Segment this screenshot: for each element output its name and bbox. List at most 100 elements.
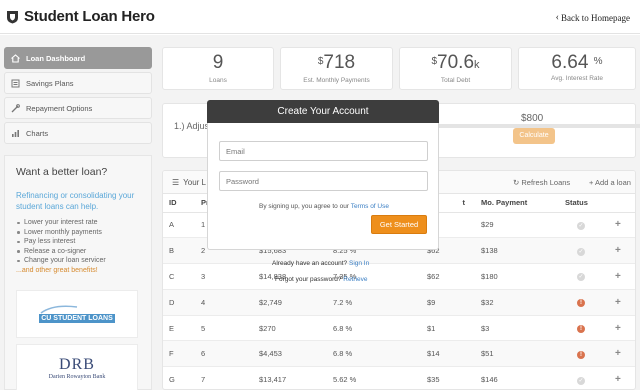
promo-title: Want a better loan? <box>16 166 108 178</box>
expand-plus-icon[interactable]: + <box>615 374 621 385</box>
warning-status-icon: ! <box>577 299 585 308</box>
document-icon <box>11 79 20 87</box>
list-item: Lower monthly payments <box>16 228 140 238</box>
sidebar-item-label: Savings Plans <box>26 78 74 88</box>
table-row[interactable]: F 6 $4,453 6.8 % $14 $51! + <box>163 340 635 368</box>
column-header[interactable]: Mo. Payment <box>475 194 559 213</box>
sidebar-item-label: Loan Dashboard <box>26 53 86 63</box>
table-cell-payment: $51 <box>475 340 559 368</box>
table-cell-payment: $29 <box>475 212 559 239</box>
home-icon <box>11 53 20 63</box>
table-cell-min: $1 <box>405 315 475 342</box>
table-cell-pr: 3 <box>195 263 253 290</box>
create-account-modal-header: Create Your Account <box>207 100 439 123</box>
email-field[interactable] <box>219 141 428 161</box>
lender-card-cu-student-loans[interactable]: CU STUDENT LOANS <box>16 289 138 338</box>
table-cell-payment: $138 <box>475 237 559 265</box>
table-cell-id: A <box>163 212 195 239</box>
expand-row-cell: + <box>607 237 635 265</box>
check-status-icon: ✓ <box>577 247 585 256</box>
loans-table-title: ☰ Your L <box>172 178 207 187</box>
sidebar-item-repayment-options[interactable]: Repayment Options <box>4 97 152 119</box>
stat-label: Loans <box>209 77 227 84</box>
table-cell-min: $35 <box>405 366 475 389</box>
expand-row-cell: + <box>607 212 635 239</box>
table-cell-id: G <box>163 366 195 389</box>
cu-student-loans-logo: CU STUDENT LOANS <box>39 304 115 324</box>
stat-card-monthly-payments: $718 Est. Monthly Payments <box>280 47 393 90</box>
promo-benefit-list: Lower your interest rate Lower monthly p… <box>16 218 140 266</box>
promo-lead: Refinancing or consolidating your studen… <box>16 191 135 211</box>
table-row[interactable]: G 7 $13,417 5.62 % $35 $146 ✓ + <box>163 366 635 389</box>
warning-status-icon: ! <box>577 350 585 359</box>
expand-plus-icon[interactable]: + <box>615 323 621 334</box>
table-cell-status: ! <box>559 340 607 368</box>
drb-logo: DRB Darien Rowayton Bank <box>48 355 106 380</box>
sign-in-prompt: Already have an account? Sign In <box>272 260 370 267</box>
expand-plus-icon[interactable]: + <box>615 245 621 256</box>
table-cell-pr: 4 <box>195 289 253 316</box>
list-icon: ☰ <box>172 178 180 187</box>
refresh-loans-button[interactable]: ↻ Refresh Loans <box>513 178 570 187</box>
table-cell-bal: $270 <box>253 315 327 342</box>
table-cell-payment: $146 <box>475 366 559 389</box>
check-status-icon: ✓ <box>577 221 585 230</box>
check-status-icon: ✓ <box>577 376 585 385</box>
top-header: Student Loan Hero ‹ Back to Homepage <box>0 0 640 34</box>
table-cell-min: $62 <box>405 263 475 290</box>
sidebar-item-charts[interactable]: Charts <box>4 122 152 144</box>
table-cell-id: B <box>163 237 195 265</box>
expand-row-cell: + <box>607 366 635 389</box>
sidebar-item-savings-plans[interactable]: Savings Plans <box>4 72 152 94</box>
forgot-password-prompt: Forgot your password? Retrieve <box>275 276 368 283</box>
stat-value: $70.6k <box>431 52 480 73</box>
table-row[interactable]: C 3 $14,838 7.35 % $62 $180 ✓ + <box>163 263 635 290</box>
chevron-left-icon: ‹ <box>555 12 560 23</box>
column-header[interactable]: Status <box>559 194 607 213</box>
terms-notice: By signing up, you agree to our Terms of… <box>259 203 389 210</box>
app-logo[interactable]: Student Loan Hero <box>6 8 155 25</box>
table-cell-rate: 6.8 % <box>327 340 405 368</box>
retrieve-password-link[interactable]: Retrieve <box>343 276 367 283</box>
sign-in-link[interactable]: Sign In <box>349 260 369 267</box>
get-started-button[interactable]: Get Started <box>371 215 427 234</box>
lender-card-drb[interactable]: DRB Darien Rowayton Bank <box>16 343 138 390</box>
swoosh-icon <box>40 305 78 314</box>
terms-of-use-link[interactable]: Terms of Use <box>351 203 389 210</box>
back-link-label: Back to Homepage <box>561 12 630 23</box>
table-cell-payment: $32 <box>475 289 559 316</box>
warning-status-icon: ! <box>577 325 585 334</box>
table-row[interactable]: E 5 $270 6.8 % $1 $3! + <box>163 315 635 342</box>
sidebar-nav: Loan Dashboard Savings Plans Repayment O… <box>4 47 152 147</box>
table-cell-id: E <box>163 315 195 342</box>
add-loan-button[interactable]: + Add a loan <box>589 178 631 187</box>
expand-plus-icon[interactable]: + <box>615 348 621 359</box>
calculate-button[interactable]: Calculate <box>513 128 555 144</box>
expand-plus-icon[interactable]: + <box>615 297 621 308</box>
expand-plus-icon[interactable]: + <box>615 271 621 282</box>
sidebar-item-loan-dashboard[interactable]: Loan Dashboard <box>4 47 152 69</box>
table-cell-status: ✓ <box>559 366 607 389</box>
promo-more-benefits: ...and other great benefits! <box>16 266 98 274</box>
table-cell-status: ! <box>559 289 607 316</box>
back-to-homepage-link[interactable]: ‹ Back to Homepage <box>556 12 630 23</box>
table-cell-payment: $180 <box>475 263 559 290</box>
table-cell-rate: 6.8 % <box>327 315 405 342</box>
expand-row-cell: + <box>607 289 635 316</box>
create-account-modal: By signing up, you agree to our Terms of… <box>207 123 439 250</box>
table-row[interactable]: D 4 $2,749 7.2 % $9 $32! + <box>163 289 635 316</box>
list-item: Change your loan servicer <box>16 256 140 266</box>
expand-row-cell: + <box>607 263 635 290</box>
shield-logo-icon <box>7 10 18 23</box>
expand-row-cell: + <box>607 340 635 368</box>
stat-value: 6.64 % <box>551 52 603 73</box>
password-field[interactable] <box>219 171 428 191</box>
table-cell-pr: 6 <box>195 340 253 368</box>
column-header[interactable]: ID <box>163 194 195 213</box>
table-cell-pr: 5 <box>195 315 253 342</box>
table-cell-id: F <box>163 340 195 368</box>
stat-card-interest-rate: 6.64 % Avg. Interest Rate <box>518 47 636 90</box>
expand-plus-icon[interactable]: + <box>615 219 621 230</box>
sidebar-item-label: Repayment Options <box>26 103 93 113</box>
list-item: Lower your interest rate <box>16 218 140 228</box>
